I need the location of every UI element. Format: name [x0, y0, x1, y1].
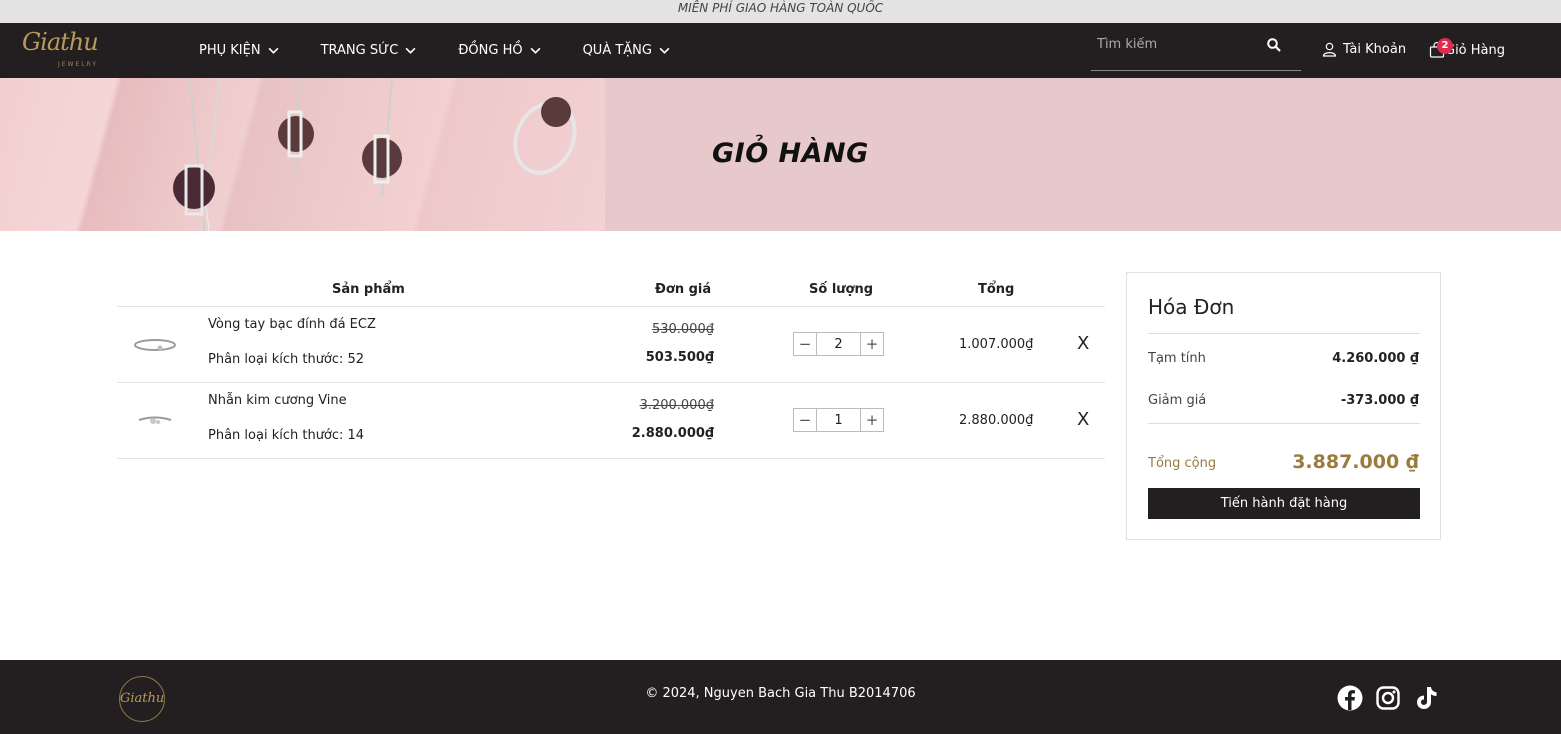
- cart-label: Giỏ Hàng: [1445, 42, 1506, 58]
- unit-price: 503.500₫: [645, 350, 714, 365]
- menu-item-qua-tang[interactable]: QUÀ TẶNG: [583, 43, 670, 58]
- invoice-panel: Hóa Đơn Tạm tính 4.260.000 ₫ Giảm giá -3…: [1126, 272, 1441, 540]
- quantity-stepper: − 1 +: [793, 408, 884, 432]
- header-price: Đơn giá: [655, 282, 712, 297]
- subtotal-value: 4.260.000 ₫: [1332, 351, 1419, 366]
- product-thumbnail[interactable]: [133, 411, 177, 431]
- menu-item-dong-ho[interactable]: ĐỒNG HỒ: [458, 43, 541, 58]
- grand-total-value: 3.887.000 ₫: [1292, 451, 1419, 473]
- discount-label: Giảm giá: [1148, 393, 1207, 408]
- promo-bar: MIỄN PHÍ GIAO HÀNG TOÀN QUỐC: [0, 0, 1561, 23]
- menu-label: ĐỒNG HỒ: [458, 43, 523, 58]
- line-total: 2.880.000₫: [959, 413, 1034, 428]
- header-total: Tổng: [978, 282, 1015, 297]
- qty-value[interactable]: 2: [816, 333, 861, 355]
- product-variant: Phân loại kích thước: 14: [208, 428, 365, 443]
- menu-label: TRANG SỨC: [320, 43, 399, 58]
- search-icon[interactable]: [1267, 38, 1281, 52]
- cart-table: Sản phẩm Đơn giá Số lượng Tổng Vòng tay …: [117, 272, 1105, 459]
- menu-item-trang-suc[interactable]: TRANG SỨC: [321, 43, 417, 58]
- main-nav: Giathu JEWELRY PHỤ KIỆN TRANG SỨC ĐỒNG H…: [0, 23, 1561, 78]
- menu: PHỤ KIỆN TRANG SỨC ĐỒNG HỒ QUÀ TẶNG: [199, 23, 712, 78]
- discount-value: -373.000 ₫: [1340, 393, 1419, 408]
- promo-text: MIỄN PHÍ GIAO HÀNG TOÀN QUỐC: [677, 1, 884, 15]
- grand-total-label: Tổng cộng: [1148, 456, 1217, 471]
- copyright-text: © 2024, Nguyen Bach Gia Thu B2014706: [645, 686, 916, 701]
- social-links: [1337, 685, 1451, 711]
- old-price: 3.200.000₫: [639, 398, 714, 413]
- old-price: 530.000₫: [651, 322, 714, 337]
- increase-qty-button[interactable]: +: [861, 409, 883, 431]
- chevron-down-icon: [530, 47, 541, 54]
- search-box: [1091, 29, 1301, 71]
- account-label: Tài Khoản: [1343, 42, 1407, 57]
- checkout-button[interactable]: Tiến hành đặt hàng: [1148, 488, 1420, 519]
- increase-qty-button[interactable]: +: [861, 333, 883, 355]
- subtotal-label: Tạm tính: [1148, 351, 1206, 366]
- user-icon: [1322, 42, 1337, 57]
- menu-item-phu-kien[interactable]: PHỤ KIỆN: [199, 43, 279, 58]
- chevron-down-icon: [268, 47, 279, 54]
- cart-link[interactable]: 2 Giỏ Hàng: [1429, 38, 1506, 58]
- account-link[interactable]: Tài Khoản: [1322, 42, 1406, 57]
- table-row: Vòng tay bạc đính đá ECZ Phân loại kích …: [117, 307, 1105, 383]
- decrease-qty-button[interactable]: −: [794, 409, 816, 431]
- quantity-stepper: − 2 +: [793, 332, 884, 356]
- unit-price: 2.880.000₫: [631, 426, 714, 441]
- cart-count-badge: 2: [1437, 38, 1453, 54]
- menu-label: QUÀ TẶNG: [582, 43, 652, 58]
- product-thumbnail[interactable]: [133, 335, 177, 355]
- page-title: GIỎ HÀNG: [712, 138, 869, 169]
- product-name[interactable]: Vòng tay bạc đính đá ECZ: [208, 317, 376, 332]
- divider: [1148, 333, 1420, 334]
- logo-sub: JEWELRY: [58, 61, 99, 68]
- footer: Giathu © 2024, Nguyen Bach Gia Thu B2014…: [0, 660, 1561, 734]
- decrease-qty-button[interactable]: −: [794, 333, 816, 355]
- search-input[interactable]: [1097, 37, 1257, 52]
- table-header: Sản phẩm Đơn giá Số lượng Tổng: [117, 272, 1105, 307]
- chevron-down-icon: [659, 47, 670, 54]
- menu-label: PHỤ KIỆN: [199, 43, 261, 58]
- product-variant: Phân loại kích thước: 52: [208, 352, 365, 367]
- facebook-icon[interactable]: [1337, 685, 1363, 711]
- line-total: 1.007.000₫: [959, 337, 1034, 352]
- instagram-icon[interactable]: [1375, 685, 1401, 711]
- page-banner: GIỎ HÀNG: [0, 78, 1561, 231]
- tiktok-icon[interactable]: [1413, 685, 1439, 711]
- jewelry-photo: [173, 78, 577, 231]
- header-product: Sản phẩm: [332, 282, 405, 297]
- chevron-down-icon: [405, 47, 416, 54]
- qty-value[interactable]: 1: [816, 409, 861, 431]
- remove-item-button[interactable]: X: [1077, 333, 1089, 354]
- divider: [1148, 423, 1420, 424]
- remove-item-button[interactable]: X: [1077, 409, 1089, 430]
- banner-image: [0, 78, 605, 231]
- product-name[interactable]: Nhẫn kim cương Vine: [208, 393, 347, 408]
- invoice-title: Hóa Đơn: [1148, 295, 1235, 319]
- logo-script: Giathu: [22, 28, 99, 56]
- table-row: Nhẫn kim cương Vine Phân loại kích thước…: [117, 383, 1105, 459]
- header-qty: Số lượng: [809, 282, 874, 297]
- brand-logo[interactable]: Giathu JEWELRY: [22, 28, 112, 70]
